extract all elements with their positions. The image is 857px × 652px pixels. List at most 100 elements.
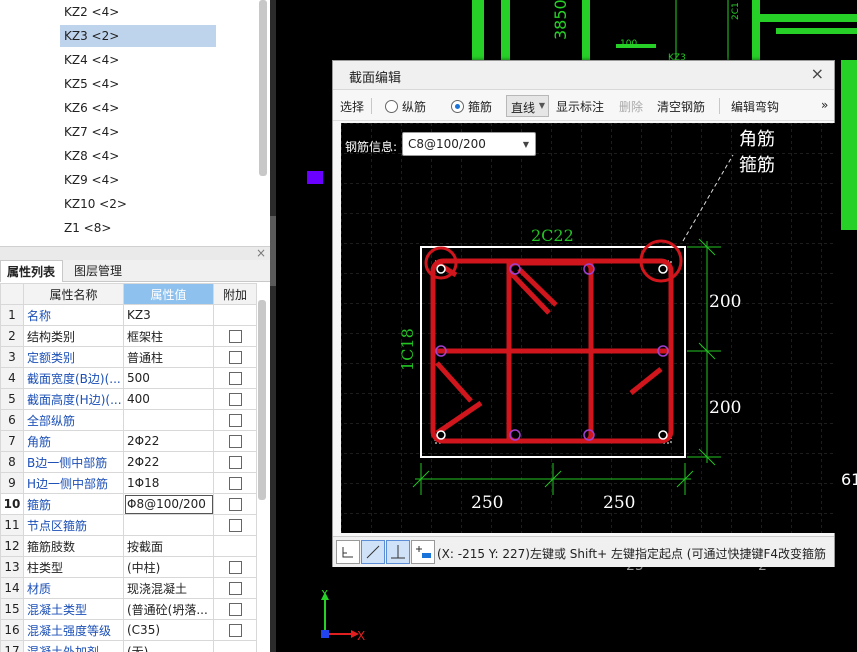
dim-bottom-left: 250 [471, 493, 503, 513]
property-value[interactable]: (C35) [123, 619, 214, 641]
property-value[interactable]: 2Φ22 [123, 430, 214, 452]
property-row[interactable]: 11 节点区箍筋 [0, 514, 257, 536]
rebar-info-select[interactable]: C8@100/200 ▼ [402, 132, 536, 156]
property-row[interactable]: 9 H边一侧中部筋 1Φ18 [0, 472, 257, 494]
property-row[interactable]: 13 柱类型 (中柱) [0, 556, 257, 578]
extra-cell [213, 388, 257, 410]
tree-item-kz2[interactable]: KZ2 <4> [60, 1, 216, 23]
property-row[interactable]: 16 混凝土强度等级 (C35) [0, 619, 257, 641]
property-value[interactable]: 500 [123, 367, 214, 389]
panel-splitter[interactable]: × [0, 246, 272, 260]
property-value[interactable]: (普通砼(坍落... [123, 598, 214, 620]
tab-layer-manager[interactable]: 图层管理 [68, 260, 134, 282]
clear-rebar-button[interactable]: 清空钢筋 [657, 98, 705, 115]
tree-item-kz9[interactable]: KZ9 <4> [60, 169, 216, 191]
extra-checkbox[interactable] [228, 351, 242, 364]
extra-checkbox[interactable] [228, 561, 242, 574]
tree-item-kz6[interactable]: KZ6 <4> [60, 97, 216, 119]
property-value[interactable]: 现浇混凝土 [123, 577, 214, 599]
extra-checkbox[interactable] [228, 477, 242, 490]
tree-scrollbar[interactable] [259, 0, 267, 176]
header-property-value[interactable]: 属性值 [123, 283, 214, 305]
toolbar-overflow-icon[interactable]: » [821, 98, 828, 112]
snap-point-button[interactable] [411, 540, 435, 564]
property-name: 节点区箍筋 [23, 514, 124, 536]
tree-item-kz3[interactable]: KZ3 <2> [60, 25, 216, 47]
toolbar-divider [371, 98, 372, 114]
show-dims-button[interactable]: 显示标注 [556, 98, 604, 115]
extra-checkbox[interactable] [228, 456, 242, 469]
panel-close-icon[interactable]: × [256, 246, 266, 260]
tree-item-kz10[interactable]: KZ10 <2> [60, 193, 216, 215]
property-value[interactable]: (中柱) [123, 556, 214, 578]
property-row[interactable]: 15 混凝土类型 (普通砼(坍落... [0, 598, 257, 620]
ortho-corner-button[interactable] [336, 540, 360, 564]
property-value[interactable]: 400 [123, 388, 214, 410]
cad-beam [582, 0, 590, 60]
property-value[interactable]: KZ3 [123, 304, 214, 326]
extra-checkbox[interactable] [228, 372, 242, 385]
property-row[interactable]: 2 结构类别 框架柱 [0, 325, 257, 347]
dialog-close-icon[interactable]: × [811, 64, 824, 83]
delete-button[interactable]: 删除 [619, 98, 643, 115]
extra-checkbox[interactable] [228, 330, 242, 343]
perpendicular-button[interactable] [386, 540, 410, 564]
property-name: 柱类型 [23, 556, 124, 578]
property-value[interactable]: (无) [123, 640, 214, 652]
tree-item-kz7[interactable]: KZ7 <4> [60, 121, 216, 143]
tab-property-list[interactable]: 属性列表 [0, 260, 63, 282]
extra-checkbox[interactable] [228, 414, 242, 427]
property-row[interactable]: 8 B边一侧中部筋 2Φ22 [0, 451, 257, 473]
property-row[interactable]: 17 混凝土外加剂 (无) [0, 640, 257, 652]
property-row[interactable]: 14 材质 现浇混凝土 [0, 577, 257, 599]
row-number: 6 [0, 409, 24, 431]
property-row[interactable]: 5 截面高度(H边)(... 400 [0, 388, 257, 410]
diagonal-line-button[interactable] [361, 540, 385, 564]
property-value[interactable]: 2Φ22 [123, 451, 214, 473]
property-row[interactable]: 7 角筋 2Φ22 [0, 430, 257, 452]
property-value[interactable]: 按截面 [123, 535, 214, 557]
property-value[interactable]: 普通柱 [123, 346, 214, 368]
extra-checkbox[interactable] [228, 624, 242, 637]
edit-hook-button[interactable]: 编辑弯钩 [731, 98, 779, 115]
radio-checked-icon [451, 100, 464, 113]
property-row[interactable]: 12 箍筋肢数 按截面 [0, 535, 257, 557]
tree-item-kz8[interactable]: KZ8 <4> [60, 145, 216, 167]
extra-checkbox[interactable] [228, 582, 242, 595]
property-value[interactable]: 框架柱 [123, 325, 214, 347]
property-scrollbar[interactable] [258, 300, 266, 500]
property-row[interactable]: 1 名称 KZ3 [0, 304, 257, 326]
cad-label-100: 100 [620, 39, 637, 49]
extra-checkbox[interactable] [228, 519, 242, 532]
property-row[interactable]: 3 定额类别 普通柱 [0, 346, 257, 368]
property-value[interactable]: 1Φ18 [123, 472, 214, 494]
property-value[interactable]: Φ8@100/200 [123, 493, 214, 515]
extra-checkbox[interactable] [228, 603, 242, 616]
select-button[interactable]: 选择 [340, 98, 364, 115]
property-row[interactable]: 4 截面宽度(B边)(... 500 [0, 367, 257, 389]
row-number: 3 [0, 346, 24, 368]
header-property-name[interactable]: 属性名称 [23, 283, 124, 305]
cad-marker[interactable] [307, 171, 323, 184]
tree-item-z1[interactable]: Z1 <8> [60, 217, 216, 239]
extra-checkbox[interactable] [228, 435, 242, 448]
property-row[interactable]: 6 全部纵筋 [0, 409, 257, 431]
longitudinal-radio[interactable]: 纵筋 [385, 98, 426, 115]
property-name: 箍筋肢数 [23, 535, 124, 557]
tree-item-kz5[interactable]: KZ5 <4> [60, 73, 216, 95]
row-number: 1 [0, 304, 24, 326]
stirrup-radio[interactable]: 箍筋 [451, 98, 492, 115]
line-mode-dropdown[interactable]: 直线 ▼ [506, 95, 549, 117]
row-number: 2 [0, 325, 24, 347]
header-extra[interactable]: 附加 [213, 283, 257, 305]
cad-beam [776, 28, 857, 34]
property-row[interactable]: 10 箍筋 Φ8@100/200 [0, 493, 257, 515]
tree-item-kz4[interactable]: KZ4 <4> [60, 49, 216, 71]
section-drawing[interactable]: 角筋 箍筋 2C22 1C18 200 200 250 250 [341, 123, 835, 533]
section-canvas[interactable]: 角筋 箍筋 2C22 1C18 200 200 250 250 [341, 123, 835, 533]
extra-checkbox[interactable] [228, 393, 242, 406]
property-value[interactable] [123, 514, 214, 536]
property-value[interactable] [123, 409, 214, 431]
dialog-titlebar[interactable]: 截面编辑 × [333, 61, 834, 90]
extra-checkbox[interactable] [228, 498, 242, 511]
